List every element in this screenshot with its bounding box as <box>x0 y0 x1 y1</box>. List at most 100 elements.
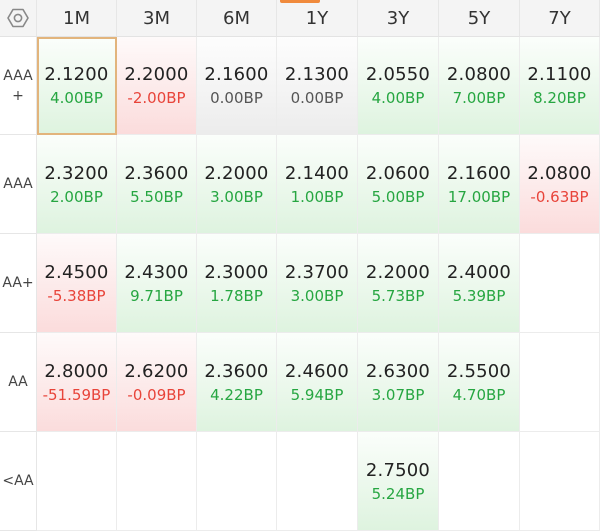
rate-value: 2.4500 <box>44 261 109 283</box>
col-header-1y[interactable]: 1Y <box>277 0 358 37</box>
rate-change: 4.00BP <box>371 89 425 107</box>
rate-cell[interactable]: 2.3600 5.50BP <box>117 135 197 234</box>
rate-change: 5.39BP <box>452 286 506 305</box>
rate-change: -51.59BP <box>42 385 111 404</box>
row-label[interactable]: AAA+ <box>0 37 37 135</box>
rate-change: 3.07BP <box>371 385 425 404</box>
rate-value: 2.0800 <box>527 162 592 184</box>
rate-cell-empty <box>520 432 600 531</box>
rate-value: 2.6300 <box>365 360 431 382</box>
col-header-3y[interactable]: 3Y <box>358 0 439 37</box>
rate-cell[interactable]: 2.3000 1.78BP <box>197 234 277 333</box>
rate-value: 2.0550 <box>365 64 431 85</box>
rate-cell-empty <box>277 432 358 531</box>
rate-change: 1.00BP <box>290 187 344 206</box>
rate-cell-empty <box>197 432 277 531</box>
rate-value: 2.4300 <box>124 261 189 283</box>
rate-value: 2.5500 <box>446 360 512 382</box>
row-label[interactable]: AA+ <box>0 234 37 333</box>
rate-value: 2.0800 <box>446 64 512 85</box>
rate-value: 2.6200 <box>124 360 189 382</box>
rate-matrix: 1M 3M 6M 1Y 3Y 5Y 7Y AAA+ 2.1200 4.00BP 2.2… <box>0 0 600 531</box>
row-label[interactable]: <AA <box>0 432 37 531</box>
rate-cell[interactable]: 2.3600 4.22BP <box>197 333 277 432</box>
active-indicator <box>280 0 320 3</box>
rate-change: 3.00BP <box>210 187 263 206</box>
rate-cell[interactable]: 2.2000 3.00BP <box>197 135 277 234</box>
rate-value: 2.1100 <box>527 64 592 85</box>
rate-value: 2.0600 <box>365 162 431 184</box>
rate-cell[interactable]: 2.8000 -51.59BP <box>37 333 117 432</box>
rate-cell-empty <box>520 333 600 432</box>
rate-value: 2.3600 <box>204 360 269 382</box>
settings-corner[interactable] <box>0 0 37 37</box>
rate-cell[interactable]: 2.2000 -2.00BP <box>117 37 197 135</box>
rate-cell[interactable]: 2.4500 -5.38BP <box>37 234 117 333</box>
rate-cell[interactable]: 2.6200 -0.09BP <box>117 333 197 432</box>
rate-value: 2.4600 <box>284 360 350 382</box>
rate-value: 2.1200 <box>44 64 109 85</box>
rate-change: -5.38BP <box>47 286 106 305</box>
rate-change: 2.00BP <box>50 187 103 206</box>
rate-cell[interactable]: 2.3200 2.00BP <box>37 135 117 234</box>
rate-value: 2.1400 <box>284 162 350 184</box>
rate-cell[interactable]: 2.7500 5.24BP <box>358 432 439 531</box>
rate-cell[interactable]: 2.0800 7.00BP <box>439 37 520 135</box>
col-header-5y[interactable]: 5Y <box>439 0 520 37</box>
rate-cell[interactable]: 2.5500 4.70BP <box>439 333 520 432</box>
rate-value: 2.1600 <box>204 64 269 85</box>
rate-change: 0.00BP <box>210 89 263 107</box>
rate-cell-empty <box>520 234 600 333</box>
rate-cell[interactable]: 2.1600 0.00BP <box>197 37 277 135</box>
rate-change: 1.78BP <box>210 286 263 305</box>
rate-change: 9.71BP <box>130 286 183 305</box>
col-header-1m[interactable]: 1M <box>37 0 117 37</box>
rate-change: -2.00BP <box>127 89 186 107</box>
rate-change: 3.00BP <box>290 286 344 305</box>
rate-cell[interactable]: 2.1400 1.00BP <box>277 135 358 234</box>
rate-value: 2.3000 <box>204 261 269 283</box>
rate-change: -0.09BP <box>127 385 186 404</box>
rate-change: 17.00BP <box>447 187 511 206</box>
rate-change: 5.50BP <box>130 187 183 206</box>
rate-cell[interactable]: 2.0550 4.00BP <box>358 37 439 135</box>
rate-change: -0.63BP <box>530 187 589 206</box>
gear-hexagon-icon[interactable] <box>7 7 29 29</box>
rate-cell[interactable]: 2.0800 -0.63BP <box>520 135 600 234</box>
rate-value: 2.1300 <box>284 64 350 85</box>
rate-change: 4.70BP <box>452 385 506 404</box>
rate-change: 5.73BP <box>371 286 425 305</box>
rate-value: 2.4000 <box>446 261 512 283</box>
rate-value: 2.2000 <box>204 162 269 184</box>
rate-cell[interactable]: 2.1300 0.00BP <box>277 37 358 135</box>
rate-value: 2.1600 <box>446 162 512 184</box>
rate-change: 4.22BP <box>210 385 263 404</box>
rate-cell[interactable]: 2.4600 5.94BP <box>277 333 358 432</box>
rate-cell-empty <box>117 432 197 531</box>
rate-cell[interactable]: 2.4300 9.71BP <box>117 234 197 333</box>
rate-cell[interactable]: 2.6300 3.07BP <box>358 333 439 432</box>
rate-cell[interactable]: 2.2000 5.73BP <box>358 234 439 333</box>
rate-cell[interactable]: 2.1100 8.20BP <box>520 37 600 135</box>
col-header-7y[interactable]: 7Y <box>520 0 600 37</box>
rate-value: 2.7500 <box>365 459 431 481</box>
row-label[interactable]: AA <box>0 333 37 432</box>
col-header-3m[interactable]: 3M <box>117 0 197 37</box>
rate-change: 5.24BP <box>371 484 425 503</box>
rate-cell[interactable]: 2.0600 5.00BP <box>358 135 439 234</box>
rate-cell[interactable]: 2.1200 4.00BP <box>37 37 117 135</box>
rate-cell[interactable]: 2.3700 3.00BP <box>277 234 358 333</box>
row-label[interactable]: AAA <box>0 135 37 234</box>
col-header-6m[interactable]: 6M <box>197 0 277 37</box>
rate-value: 2.2000 <box>365 261 431 283</box>
rate-change: 0.00BP <box>290 89 344 107</box>
rate-value: 2.3600 <box>124 162 189 184</box>
rate-cell-empty <box>439 432 520 531</box>
rate-cell[interactable]: 2.1600 17.00BP <box>439 135 520 234</box>
rate-change: 8.20BP <box>533 89 586 107</box>
rate-change: 4.00BP <box>50 89 103 107</box>
rate-value: 2.2000 <box>124 64 189 85</box>
rate-value: 2.3200 <box>44 162 109 184</box>
rate-change: 7.00BP <box>452 89 506 107</box>
rate-cell[interactable]: 2.4000 5.39BP <box>439 234 520 333</box>
